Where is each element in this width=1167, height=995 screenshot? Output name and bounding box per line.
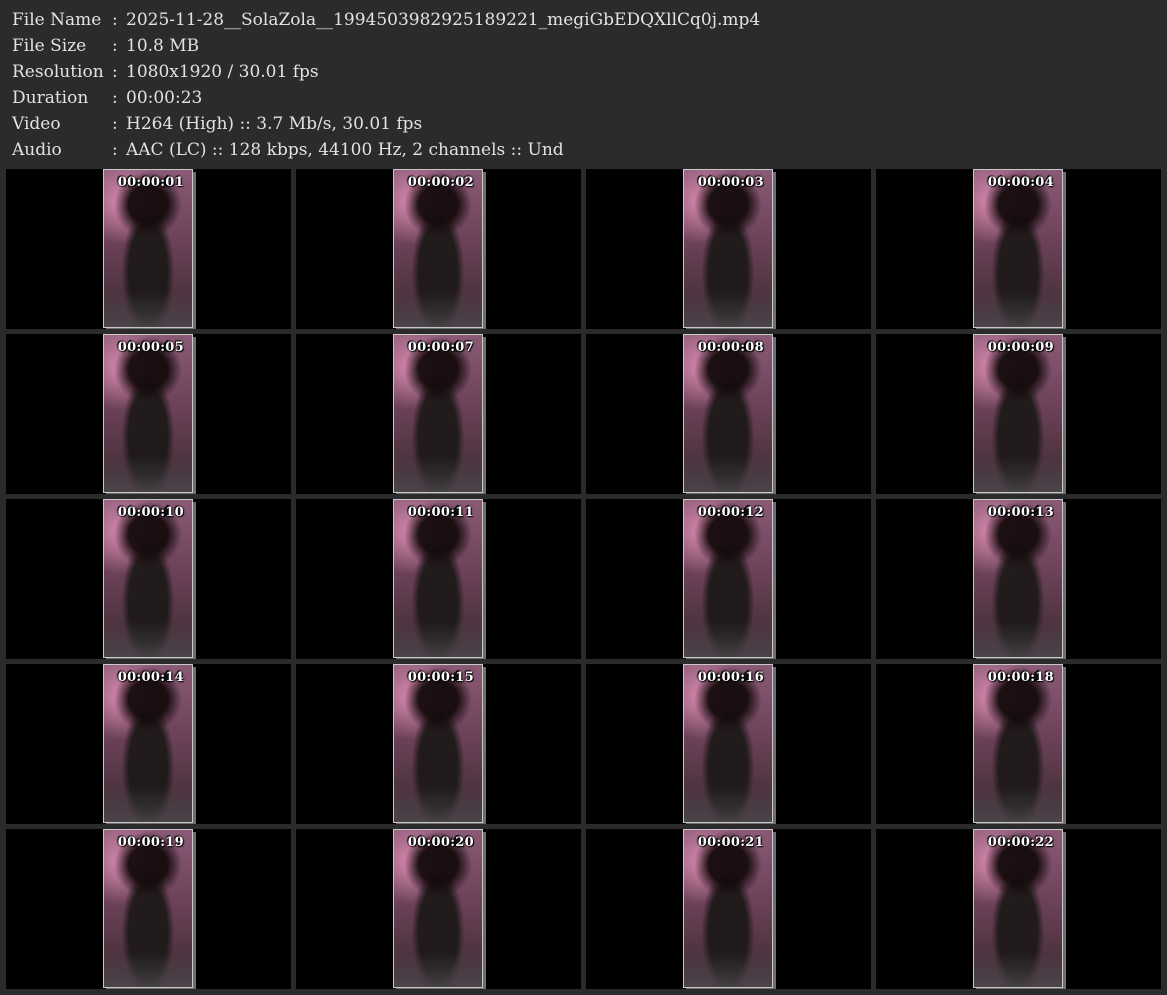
info-row-video: Video: H264 (High) :: 3.7 Mb/s, 30.01 fps — [12, 111, 422, 137]
timestamp-label: 00:00:18 — [987, 670, 1054, 685]
thumbnail-cell[interactable]: 00:00:21 — [586, 829, 871, 989]
thumbnail-cell[interactable]: 00:00:16 — [586, 664, 871, 824]
timestamp-label: 00:00:04 — [987, 175, 1054, 190]
timestamp-label: 00:00:07 — [407, 340, 474, 355]
info-separator: : — [112, 88, 118, 108]
info-value: H264 (High) :: 3.7 Mb/s, 30.01 fps — [126, 114, 423, 134]
timestamp-label: 00:00:14 — [117, 670, 184, 685]
info-separator: : — [112, 114, 118, 134]
info-value: 00:00:23 — [126, 88, 203, 108]
video-frame-thumbnail: 00:00:05 — [103, 334, 193, 493]
video-frame-thumbnail: 00:00:07 — [393, 334, 483, 493]
timestamp-label: 00:00:12 — [697, 505, 764, 520]
thumbnail-cell[interactable]: 00:00:15 — [296, 664, 581, 824]
info-separator: : — [112, 140, 118, 160]
timestamp-label: 00:00:11 — [407, 505, 474, 520]
thumbnail-cell[interactable]: 00:00:13 — [876, 499, 1161, 659]
info-label: Video — [12, 114, 61, 134]
thumbnail-cell[interactable]: 00:00:20 — [296, 829, 581, 989]
thumbnail-cell[interactable]: 00:00:04 — [876, 169, 1161, 329]
timestamp-label: 00:00:03 — [697, 175, 764, 190]
info-separator: : — [112, 36, 118, 56]
timestamp-label: 00:00:16 — [697, 670, 764, 685]
info-label: File Name — [12, 10, 102, 30]
timestamp-label: 00:00:21 — [697, 835, 764, 850]
thumbnail-cell[interactable]: 00:00:19 — [6, 829, 291, 989]
thumbnail-grid: 00:00:01 00:00:02 00:00:03 00:00:04 00:00:05… — [6, 169, 1162, 993]
info-value: 1080x1920 / 30.01 fps — [126, 62, 319, 82]
media-info-header: File Name:2025-11-28__SolaZola__19945039… — [0, 0, 1167, 166]
video-frame-thumbnail: 00:00:13 — [973, 499, 1063, 658]
video-frame-thumbnail: 00:00:09 — [973, 334, 1063, 493]
info-separator: : — [112, 10, 118, 30]
thumbnail-cell[interactable]: 00:00:03 — [586, 169, 871, 329]
thumbnail-cell[interactable]: 00:00:07 — [296, 334, 581, 494]
info-row-duration: Duration:00:00:23 — [12, 85, 202, 111]
info-value: 2025-11-28__SolaZola__199450398292518922… — [126, 10, 761, 30]
thumbnail-cell[interactable]: 00:00:10 — [6, 499, 291, 659]
video-frame-thumbnail: 00:00:18 — [973, 664, 1063, 823]
video-frame-thumbnail: 00:00:08 — [683, 334, 773, 493]
thumbnail-cell[interactable]: 00:00:22 — [876, 829, 1161, 989]
thumbnail-cell[interactable]: 00:00:12 — [586, 499, 871, 659]
video-frame-thumbnail: 00:00:16 — [683, 664, 773, 823]
video-frame-thumbnail: 00:00:10 — [103, 499, 193, 658]
thumbnail-cell[interactable]: 00:00:14 — [6, 664, 291, 824]
thumbnail-cell[interactable]: 00:00:02 — [296, 169, 581, 329]
video-frame-thumbnail: 00:00:11 — [393, 499, 483, 658]
info-row-file-size: File Size:10.8 MB — [12, 33, 199, 59]
info-row-resolution: Resolution:1080x1920 / 30.01 fps — [12, 59, 319, 85]
video-frame-thumbnail: 00:00:22 — [973, 829, 1063, 988]
video-frame-thumbnail: 00:00:19 — [103, 829, 193, 988]
video-frame-thumbnail: 00:00:15 — [393, 664, 483, 823]
info-value: 10.8 MB — [126, 36, 200, 56]
timestamp-label: 00:00:01 — [117, 175, 184, 190]
timestamp-label: 00:00:10 — [117, 505, 184, 520]
info-label: Audio — [12, 140, 62, 160]
thumbnail-cell[interactable]: 00:00:05 — [6, 334, 291, 494]
timestamp-label: 00:00:02 — [407, 175, 474, 190]
thumbnail-cell[interactable]: 00:00:09 — [876, 334, 1161, 494]
info-label: Resolution — [12, 62, 104, 82]
thumbnail-cell[interactable]: 00:00:08 — [586, 334, 871, 494]
video-frame-thumbnail: 00:00:14 — [103, 664, 193, 823]
thumbnail-cell[interactable]: 00:00:18 — [876, 664, 1161, 824]
info-value: AAC (LC) :: 128 kbps, 44100 Hz, 2 channe… — [126, 140, 564, 160]
video-frame-thumbnail: 00:00:21 — [683, 829, 773, 988]
video-frame-thumbnail: 00:00:02 — [393, 169, 483, 328]
timestamp-label: 00:00:09 — [987, 340, 1054, 355]
video-frame-thumbnail: 00:00:03 — [683, 169, 773, 328]
timestamp-label: 00:00:22 — [987, 835, 1054, 850]
thumbnail-cell[interactable]: 00:00:11 — [296, 499, 581, 659]
timestamp-label: 00:00:15 — [407, 670, 474, 685]
info-separator: : — [112, 62, 118, 82]
thumbnail-cell[interactable]: 00:00:01 — [6, 169, 291, 329]
timestamp-label: 00:00:05 — [117, 340, 184, 355]
info-label: File Size — [12, 36, 87, 56]
info-label: Duration — [12, 88, 89, 108]
timestamp-label: 00:00:13 — [987, 505, 1054, 520]
timestamp-label: 00:00:19 — [117, 835, 184, 850]
video-frame-thumbnail: 00:00:04 — [973, 169, 1063, 328]
timestamp-label: 00:00:08 — [697, 340, 764, 355]
timestamp-label: 00:00:20 — [407, 835, 474, 850]
video-frame-thumbnail: 00:00:01 — [103, 169, 193, 328]
info-row-audio: Audio: AAC (LC) :: 128 kbps, 44100 Hz, 2 … — [12, 137, 564, 163]
video-frame-thumbnail: 00:00:12 — [683, 499, 773, 658]
video-frame-thumbnail: 00:00:20 — [393, 829, 483, 988]
info-row-file-name: File Name:2025-11-28__SolaZola__19945039… — [12, 7, 760, 33]
